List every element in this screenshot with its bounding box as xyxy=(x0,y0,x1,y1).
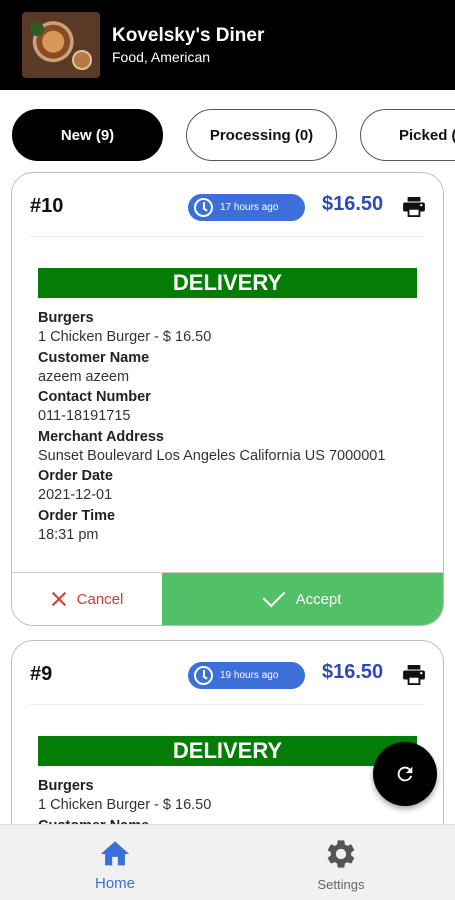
check-icon xyxy=(262,584,285,608)
delivery-type-banner: DELIVERY xyxy=(38,736,417,766)
bottom-navigation: Home Settings xyxy=(0,824,455,900)
nav-home[interactable]: Home xyxy=(55,825,175,900)
restaurant-logo xyxy=(22,12,100,78)
order-card-header: #10 17 hours ago $16.50 xyxy=(30,173,425,237)
cancel-label: Cancel xyxy=(76,590,124,608)
merchant-address-label: Merchant Address xyxy=(38,428,164,445)
time-ago-text: 17 hours ago xyxy=(220,202,279,213)
tab-processing[interactable]: Processing (0) xyxy=(186,109,337,161)
delivery-type-banner: DELIVERY xyxy=(38,268,417,298)
order-items: 1 Chicken Burger - $ 16.50 xyxy=(38,329,212,345)
accept-label: Accept xyxy=(295,590,342,608)
category-label: Burgers xyxy=(38,778,94,794)
app-header: Kovelsky's Diner Food, American xyxy=(0,0,455,90)
merchant-address: Sunset Boulevard Los Angeles California … xyxy=(38,447,386,464)
order-card-header: #9 19 hours ago $16.50 xyxy=(30,641,425,705)
time-ago-text: 19 hours ago xyxy=(220,670,279,681)
order-number: #9 xyxy=(30,663,53,685)
time-ago-badge: 17 hours ago xyxy=(188,194,305,221)
cancel-button[interactable]: Cancel xyxy=(12,573,162,625)
gear-icon xyxy=(327,840,355,868)
order-details: DELIVERY Burgers 1 Chicken Burger - $ 16… xyxy=(12,237,443,545)
tab-new[interactable]: New (9) xyxy=(12,109,163,161)
clock-icon xyxy=(194,198,213,217)
nav-home-label: Home xyxy=(94,875,135,892)
order-items: 1 Chicken Burger - $ 16.50 xyxy=(38,797,212,813)
tab-picked[interactable]: Picked ( xyxy=(360,109,455,161)
accept-button[interactable]: Accept xyxy=(162,573,443,625)
print-icon[interactable] xyxy=(403,197,425,217)
customer-name: azeem azeem xyxy=(38,368,130,385)
order-price: $16.50 xyxy=(322,193,384,215)
order-actions: Cancel Accept xyxy=(12,572,443,625)
close-icon xyxy=(51,591,67,607)
order-date: 2021-12-01 xyxy=(38,487,113,503)
customer-name-label: Customer Name xyxy=(38,349,150,366)
order-time: 18:31 pm xyxy=(38,526,99,543)
order-card: #10 17 hours ago $16.50 DELIVERY Burgers… xyxy=(11,172,444,626)
order-status-tabs: New (9) Processing (0) Picked ( xyxy=(0,90,455,172)
category-label: Burgers xyxy=(38,310,94,326)
order-price: $16.50 xyxy=(322,661,384,683)
clock-icon xyxy=(194,666,213,685)
order-time-label: Order Time xyxy=(38,507,116,524)
home-icon xyxy=(100,841,130,866)
order-number: #10 xyxy=(30,195,64,217)
nav-settings-label: Settings xyxy=(317,877,365,892)
print-icon[interactable] xyxy=(403,665,425,685)
contact-number-label: Contact Number xyxy=(38,389,151,405)
restaurant-name: Kovelsky's Diner xyxy=(112,24,265,46)
contact-number: 011-18191715 xyxy=(38,408,131,424)
time-ago-badge: 19 hours ago xyxy=(188,662,305,689)
restaurant-category: Food, American xyxy=(112,48,211,65)
refresh-button[interactable] xyxy=(373,742,437,806)
order-date-label: Order Date xyxy=(38,468,113,484)
nav-settings[interactable]: Settings xyxy=(281,825,401,900)
refresh-icon xyxy=(397,766,413,782)
header-text: Kovelsky's Diner Food, American xyxy=(112,25,264,66)
